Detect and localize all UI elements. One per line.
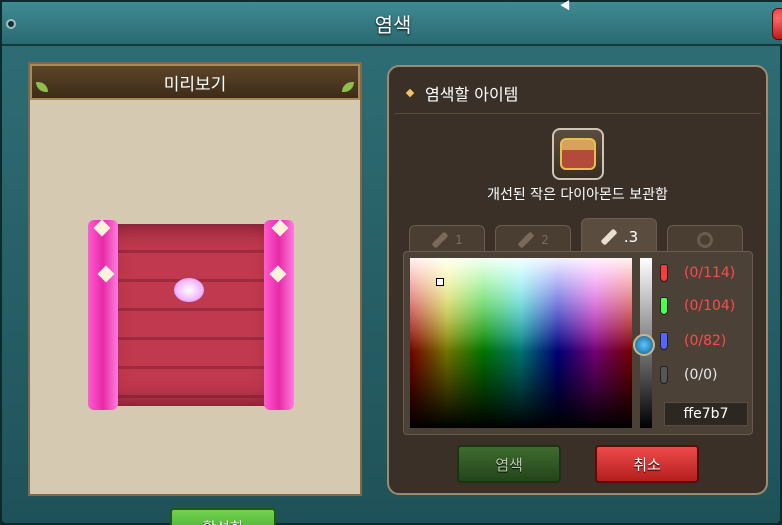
diamond-storage-chest-icon <box>560 138 596 170</box>
chest-band <box>88 220 118 410</box>
red-dye-count: (0/114) <box>684 265 736 281</box>
divider <box>395 113 761 114</box>
bullet-diamond-icon <box>405 88 415 98</box>
black-dye-vial-icon <box>660 366 668 384</box>
close-icon[interactable] <box>772 8 782 40</box>
brightness-slider-handle[interactable] <box>633 334 655 356</box>
tab-dye-1[interactable]: 1 <box>409 225 485 253</box>
dye-green-row: (0/104) <box>660 297 735 315</box>
green-dye-count: (0/104) <box>684 298 736 314</box>
color-selector-cursor[interactable] <box>436 278 444 286</box>
red-dye-vial-icon <box>660 264 668 282</box>
tab-history[interactable] <box>667 225 743 253</box>
blue-dye-count: (0/82) <box>684 333 727 349</box>
dye-button[interactable]: 염색 <box>457 445 561 483</box>
preview-header: 미리보기 <box>30 64 360 100</box>
dye-header: 염색할 아이템 <box>397 81 518 105</box>
tab-label: 1 <box>455 232 463 247</box>
color-spectrum-field[interactable] <box>410 258 632 428</box>
item-name: 개선된 작은 다이아몬드 보관함 <box>487 187 668 203</box>
dye-window: 염색 미리보기 활성화 염색할 아이템 <box>0 0 782 525</box>
dye-blue-row: (0/82) <box>660 332 726 350</box>
dye-black-row: (0/0) <box>660 366 717 384</box>
preview-title: 미리보기 <box>163 74 227 95</box>
brush-icon <box>517 231 535 248</box>
color-picker: (0/114) (0/104) (0/82) (0/0) ffe7b7 <box>403 251 753 435</box>
diamond-lock-icon <box>174 278 204 302</box>
chest-body <box>102 224 280 406</box>
blue-dye-vial-icon <box>660 332 668 350</box>
tab-dye-2[interactable]: 2 <box>495 225 571 253</box>
pin-icon <box>6 19 16 29</box>
chest-band <box>264 220 294 410</box>
mouse-cursor-icon <box>560 0 574 13</box>
hex-color-value[interactable]: ffe7b7 <box>664 402 748 426</box>
activate-button[interactable]: 활성화 <box>170 508 276 525</box>
window-titlebar[interactable]: 염색 <box>2 0 782 46</box>
dye-item-panel: 염색할 아이템 개선된 작은 다이아몬드 보관함 1 2 .3 (0/114) … <box>387 65 768 495</box>
chest-preview-image[interactable] <box>88 219 294 414</box>
cancel-button[interactable]: 취소 <box>595 445 699 483</box>
leaf-icon <box>36 82 48 92</box>
window-title: 염색 <box>374 12 412 37</box>
leaf-icon <box>342 82 354 92</box>
history-icon <box>697 231 713 248</box>
green-dye-vial-icon <box>660 297 668 315</box>
brush-icon <box>431 231 449 248</box>
item-slot[interactable] <box>552 128 604 180</box>
brush-icon <box>600 228 618 245</box>
dye-red-row: (0/114) <box>660 264 735 282</box>
tab-label: .3 <box>623 227 639 246</box>
preview-panel: 미리보기 활성화 <box>28 62 362 525</box>
dye-title: 염색할 아이템 <box>425 85 519 104</box>
black-dye-count: (0/0) <box>684 367 718 383</box>
tab-label: 2 <box>541 232 549 247</box>
tab-dye-3[interactable]: .3 <box>581 218 657 254</box>
